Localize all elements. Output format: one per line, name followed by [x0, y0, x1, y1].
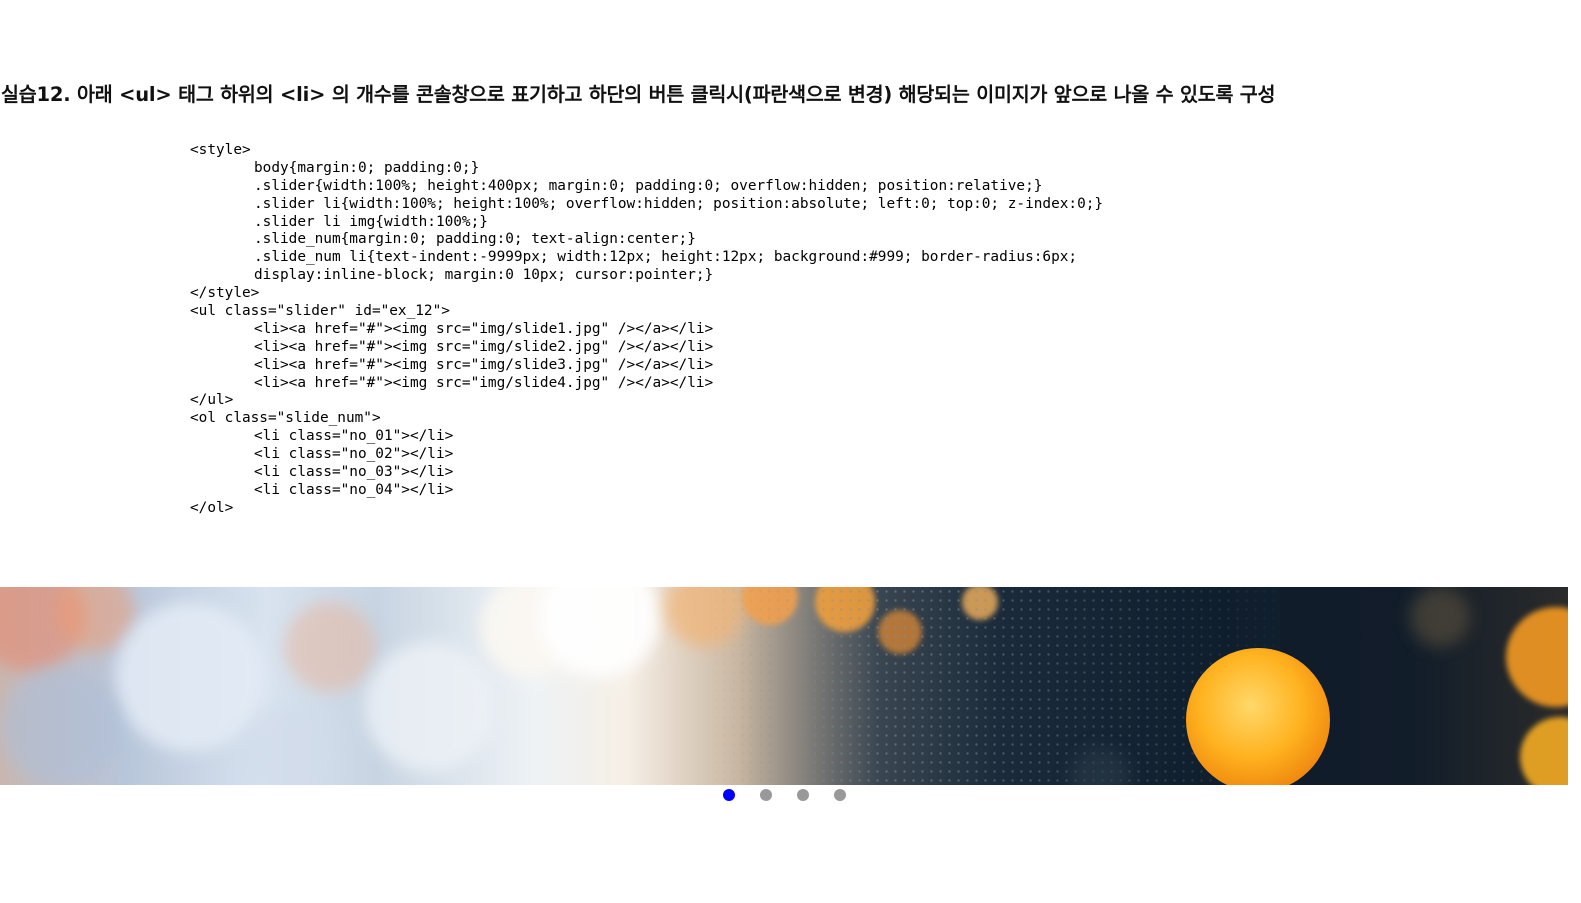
code-line: .slide_num{margin:0; padding:0; text-ali…	[254, 231, 696, 248]
code-line: <li class="no_01"></li>	[254, 428, 454, 445]
code-line: <li><a href="#"><img src="img/slide1.jpg…	[254, 320, 714, 337]
code-line: .slider li{width:100%; height:100%; over…	[254, 195, 1104, 212]
code-line: .slider{width:100%; height:400px; margin…	[254, 177, 1043, 194]
slide-dot-1[interactable]	[722, 789, 735, 801]
code-line: <li class="no_04"></li>	[254, 481, 454, 498]
code-line: <style>	[190, 142, 251, 158]
code-line: <ul class="slider" id="ex_12">	[190, 303, 450, 320]
slide-image	[0, 587, 1568, 785]
code-line: <li><a href="#"><img src="img/slide2.jpg…	[254, 338, 714, 355]
slide-dot-2[interactable]	[759, 789, 772, 801]
code-line: <li class="no_03"></li>	[254, 464, 454, 481]
slide-dot-3[interactable]	[796, 789, 809, 801]
slide-image-link[interactable]	[0, 587, 1568, 785]
code-line: .slider li img{width:100%;}	[254, 213, 488, 230]
code-line: </ol>	[190, 499, 234, 516]
code-block: <style> body{margin:0; padding:0;} .slider…	[190, 142, 1103, 518]
code-line: <li><a href="#"><img src="img/slide4.jpg…	[254, 374, 714, 391]
code-line: <li class="no_02"></li>	[254, 446, 454, 463]
image-slider	[0, 587, 1568, 785]
slide-nav	[0, 789, 1568, 801]
code-line: display:inline-block; margin:0 10px; cur…	[254, 267, 714, 284]
code-line: <li><a href="#"><img src="img/slide3.jpg…	[254, 356, 714, 373]
code-line: body{margin:0; padding:0;}	[254, 159, 480, 176]
page-heading: 실습12. 아래 <ul> 태그 하위의 <li> 의 개수를 콘솔창으로 표기…	[1, 83, 1276, 106]
code-line: </ul>	[190, 392, 234, 409]
code-line: .slide_num li{text-indent:-9999px; width…	[254, 249, 1078, 266]
code-line: <ol class="slide_num">	[190, 410, 381, 427]
code-line: </style>	[190, 285, 260, 302]
slide-dot-4[interactable]	[833, 789, 846, 801]
